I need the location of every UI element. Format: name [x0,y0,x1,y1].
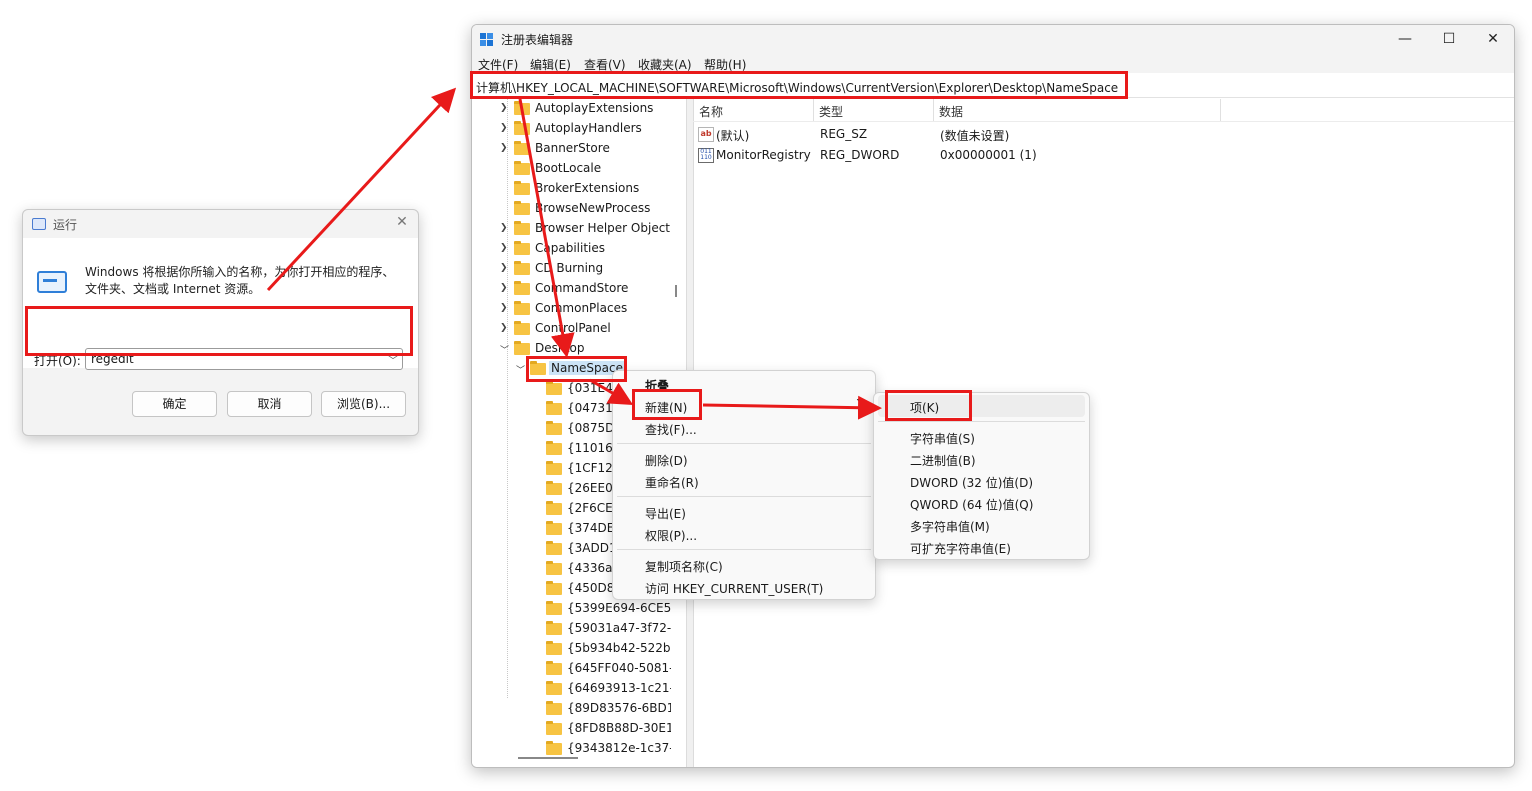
arrow-address-to-namespace [518,98,575,358]
arrow-namespace-to-new [589,378,634,406]
arrow-run-to-address [266,87,457,292]
arrow-new-to-key [702,395,882,420]
annotation-arrows [266,87,882,420]
